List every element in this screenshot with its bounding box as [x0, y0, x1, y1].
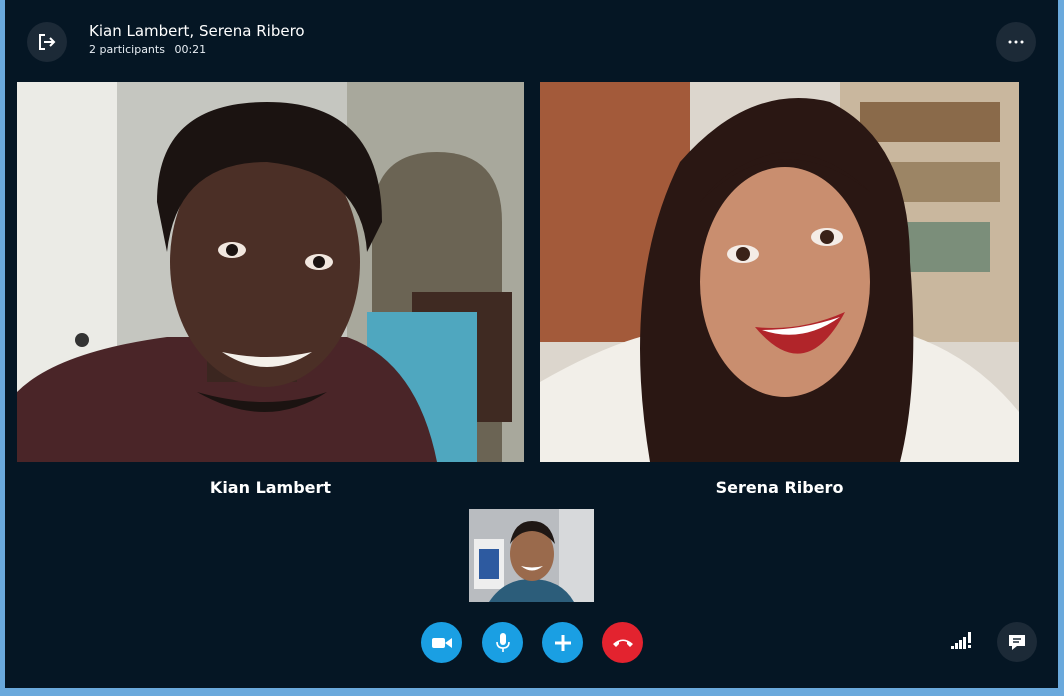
participant-name-kian: Kian Lambert [209, 478, 332, 497]
video-toggle-button[interactable] [421, 622, 462, 663]
video-tile-kian-lambert [17, 82, 524, 462]
video-tile-serena-ribero [540, 82, 1019, 462]
call-subtitle: 2 participants 00:21 [89, 41, 305, 59]
participant-video [540, 82, 1019, 462]
more-icon [1008, 40, 1024, 44]
participant-count: 2 participants [89, 43, 165, 56]
call-title-block: Kian Lambert, Serena Ribero 2 participan… [89, 21, 305, 59]
participant-name-serena: Serena Ribero [715, 478, 844, 497]
leave-call-button[interactable] [27, 22, 67, 62]
exit-icon [39, 34, 56, 50]
video-camera-icon [431, 637, 452, 648]
connection-quality-indicator[interactable] [951, 632, 973, 650]
end-call-icon [612, 639, 633, 647]
mute-button[interactable] [482, 622, 523, 663]
call-header: Kian Lambert, Serena Ribero 2 participan… [5, 0, 1058, 80]
signal-strength-icon [951, 632, 971, 649]
microphone-icon [495, 632, 510, 652]
call-window: Kian Lambert, Serena Ribero 2 participan… [5, 0, 1058, 688]
more-options-button[interactable] [996, 22, 1036, 62]
end-call-button[interactable] [602, 622, 643, 663]
chat-icon [1009, 635, 1025, 650]
participant-video [17, 82, 524, 462]
self-video [469, 509, 594, 602]
add-icon [554, 634, 571, 651]
add-participant-button[interactable] [542, 622, 583, 663]
chat-button[interactable] [997, 622, 1037, 662]
self-view-video[interactable] [469, 509, 594, 602]
call-duration: 00:21 [174, 43, 207, 56]
call-title: Kian Lambert, Serena Ribero [89, 22, 305, 40]
